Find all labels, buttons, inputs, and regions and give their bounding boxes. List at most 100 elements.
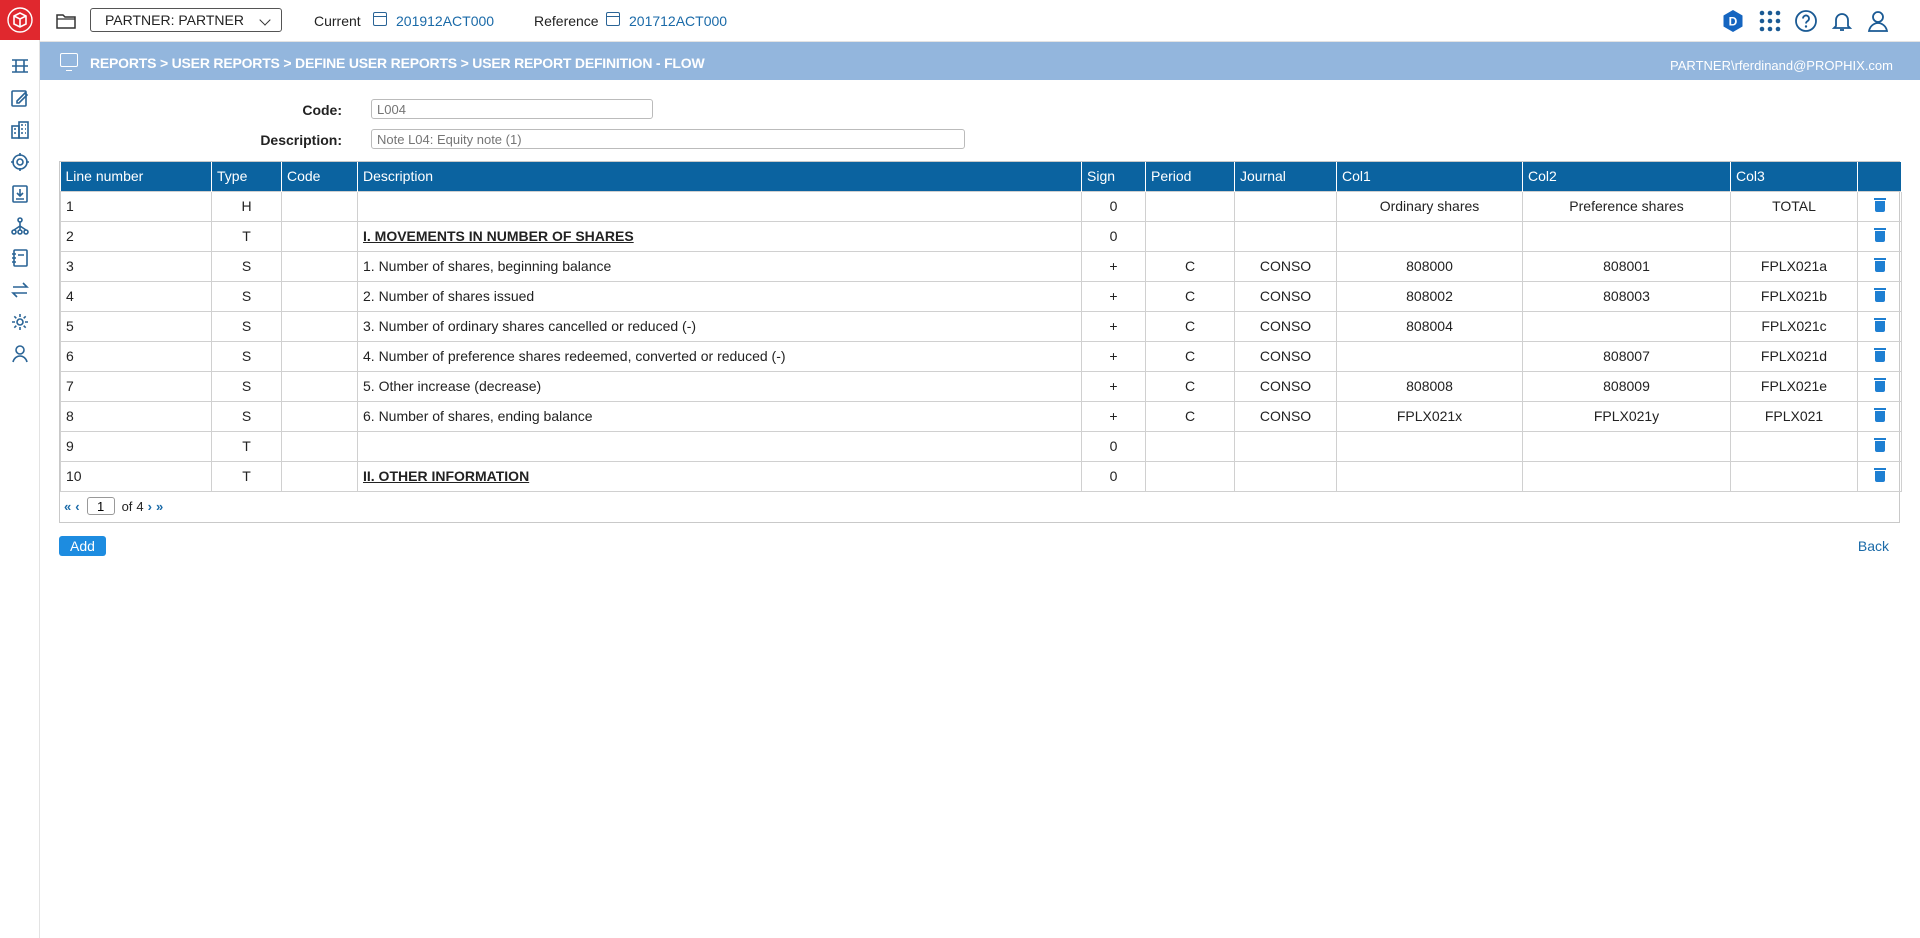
cell-code[interactable] (281, 280, 358, 312)
reference-period-link[interactable]: 201712ACT000 (629, 13, 727, 29)
cell-code[interactable] (281, 190, 358, 222)
report-download-icon[interactable] (8, 182, 32, 206)
structure-icon[interactable] (8, 54, 32, 78)
globe-settings-icon[interactable] (8, 150, 32, 174)
cell-journal[interactable]: CONSO (1234, 340, 1337, 372)
cell-line-number[interactable]: 3 (60, 250, 212, 282)
cell-col1[interactable] (1336, 220, 1523, 252)
cell-col1[interactable]: 808008 (1336, 370, 1523, 402)
cell-col1[interactable] (1336, 460, 1523, 492)
cell-journal[interactable]: CONSO (1234, 400, 1337, 432)
back-link[interactable]: Back (1858, 538, 1889, 554)
cell-sign[interactable]: + (1081, 400, 1146, 432)
table-row[interactable]: 10 T II. OTHER INFORMATION 0 (60, 460, 1902, 492)
description-field[interactable] (371, 129, 965, 149)
cell-type[interactable]: S (211, 400, 282, 432)
cell-description[interactable]: 2. Number of shares issued (357, 280, 1082, 312)
add-button[interactable]: Add (59, 536, 106, 556)
user-icon[interactable] (1865, 8, 1891, 34)
cell-journal[interactable]: CONSO (1234, 280, 1337, 312)
cell-code[interactable] (281, 430, 358, 462)
hierarchy-icon[interactable] (8, 214, 32, 238)
cell-line-number[interactable]: 8 (60, 400, 212, 432)
cell-sign[interactable]: 0 (1081, 220, 1146, 252)
cell-journal[interactable] (1234, 430, 1337, 462)
d-badge-icon[interactable]: D (1720, 8, 1746, 34)
cell-col3[interactable]: FPLX021b (1730, 280, 1858, 312)
companies-icon[interactable] (8, 118, 32, 142)
cell-code[interactable] (281, 400, 358, 432)
cell-col1[interactable]: 808002 (1336, 280, 1523, 312)
cell-description[interactable]: 3. Number of ordinary shares cancelled o… (357, 310, 1082, 342)
cell-col2[interactable]: 808001 (1522, 250, 1731, 282)
trash-icon[interactable] (1873, 287, 1886, 302)
edit-document-icon[interactable] (8, 86, 32, 110)
cell-sign[interactable]: + (1081, 250, 1146, 282)
trash-icon[interactable] (1873, 317, 1886, 332)
cell-description[interactable]: I. MOVEMENTS IN NUMBER OF SHARES (357, 220, 1082, 252)
cell-col2[interactable]: 808009 (1522, 370, 1731, 402)
cell-journal[interactable]: CONSO (1234, 310, 1337, 342)
settings-gear-icon[interactable] (8, 310, 32, 334)
cell-col2[interactable] (1522, 460, 1731, 492)
cell-line-number[interactable]: 5 (60, 310, 212, 342)
trash-icon[interactable] (1873, 197, 1886, 212)
cell-type[interactable]: T (211, 460, 282, 492)
cell-period[interactable] (1145, 220, 1235, 252)
current-calendar-icon[interactable] (373, 12, 387, 26)
cell-col2[interactable]: 808007 (1522, 340, 1731, 372)
next-page-button[interactable]: › (148, 499, 152, 514)
cell-line-number[interactable]: 4 (60, 280, 212, 312)
cell-col2[interactable] (1522, 310, 1731, 342)
col-header-type[interactable]: Type (211, 162, 282, 191)
journal-book-icon[interactable] (8, 246, 32, 270)
help-icon[interactable] (1793, 8, 1819, 34)
col-header-line-number[interactable]: Line number (60, 162, 212, 191)
cell-type[interactable]: S (211, 280, 282, 312)
cell-col2[interactable]: FPLX021y (1522, 400, 1731, 432)
cell-period[interactable]: C (1145, 370, 1235, 402)
cell-col1[interactable]: 808004 (1336, 310, 1523, 342)
cell-type[interactable]: T (211, 220, 282, 252)
cell-type[interactable]: S (211, 310, 282, 342)
prev-page-button[interactable]: ‹ (75, 499, 79, 514)
cell-code[interactable] (281, 370, 358, 402)
cell-journal[interactable] (1234, 220, 1337, 252)
cell-description[interactable] (357, 190, 1082, 222)
cell-col3[interactable]: FPLX021d (1730, 340, 1858, 372)
cell-description[interactable]: II. OTHER INFORMATION (357, 460, 1082, 492)
cell-col2[interactable] (1522, 430, 1731, 462)
cell-journal[interactable]: CONSO (1234, 370, 1337, 402)
first-page-button[interactable]: « (64, 499, 71, 514)
cell-description[interactable]: 1. Number of shares, beginning balance (357, 250, 1082, 282)
cell-period[interactable] (1145, 430, 1235, 462)
cell-sign[interactable]: + (1081, 310, 1146, 342)
folder-icon[interactable] (56, 12, 76, 30)
col-header-col2[interactable]: Col2 (1522, 162, 1731, 191)
cell-sign[interactable]: 0 (1081, 190, 1146, 222)
app-logo-icon[interactable] (0, 0, 40, 40)
cell-col3[interactable]: FPLX021c (1730, 310, 1858, 342)
trash-icon[interactable] (1873, 227, 1886, 242)
cell-journal[interactable] (1234, 460, 1337, 492)
table-row[interactable]: 1 H 0 Ordinary shares Preference shares TOTAL (60, 190, 1902, 222)
cell-col3[interactable] (1730, 430, 1858, 462)
cell-col1[interactable]: FPLX021x (1336, 400, 1523, 432)
cell-col1[interactable]: 808000 (1336, 250, 1523, 282)
cell-type[interactable]: S (211, 370, 282, 402)
trash-icon[interactable] (1873, 407, 1886, 422)
cell-line-number[interactable]: 10 (60, 460, 212, 492)
apps-grid-icon[interactable] (1757, 8, 1783, 34)
trash-icon[interactable] (1873, 467, 1886, 482)
cell-line-number[interactable]: 7 (60, 370, 212, 402)
col-header-sign[interactable]: Sign (1081, 162, 1146, 191)
col-header-journal[interactable]: Journal (1234, 162, 1337, 191)
cell-type[interactable]: T (211, 430, 282, 462)
cell-journal[interactable]: CONSO (1234, 250, 1337, 282)
cell-type[interactable]: S (211, 250, 282, 282)
trash-icon[interactable] (1873, 377, 1886, 392)
cell-type[interactable]: S (211, 340, 282, 372)
cell-type[interactable]: H (211, 190, 282, 222)
col-header-col1[interactable]: Col1 (1336, 162, 1523, 191)
partner-select[interactable]: PARTNER: PARTNER (90, 8, 282, 32)
